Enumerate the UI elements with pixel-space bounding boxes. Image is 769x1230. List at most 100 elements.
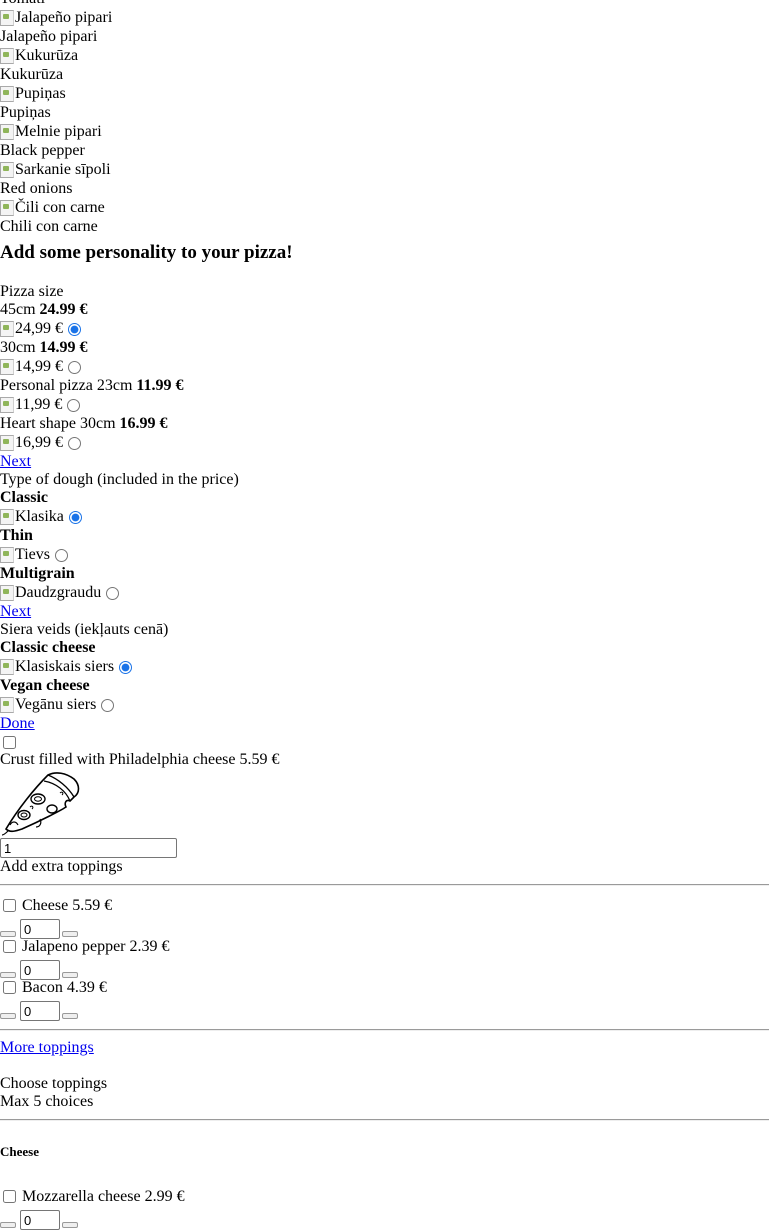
divider [0,884,769,886]
broken-image-icon [0,397,14,413]
broken-image-icon [0,509,14,525]
image-alt-text: 11,99 € [15,396,63,413]
image-alt-text: Klasika [15,508,64,525]
increment-button[interactable] [62,1013,78,1019]
cheese-radio-classic[interactable] [119,660,133,674]
increment-button[interactable] [62,931,78,937]
divider [0,1029,769,1031]
size-radio-30cm[interactable] [68,360,81,374]
dough-radio-multigrain[interactable] [106,586,120,600]
choose-max: Max 5 choices [0,1093,94,1110]
image-alt-text: Pupiņas [15,85,66,102]
topping-name: Jalapeno pepper [22,937,126,955]
topping-qty-input[interactable] [20,960,60,980]
decrement-button[interactable] [0,1013,16,1019]
divider [0,1119,769,1121]
size-label: 45cm [0,301,36,318]
pizza-slice-icon [0,769,769,837]
size-option[interactable]: 24,99 € [0,319,769,339]
veg-name: Red onions [0,180,73,197]
crust-checkbox[interactable] [3,735,16,749]
cheese-type-option[interactable]: Vegānu siers [0,695,769,715]
veg-image: Pupiņas [0,84,769,104]
increment-button[interactable] [62,972,78,978]
dough-label: Classic [0,489,48,506]
size-next-link[interactable]: Next [0,453,31,470]
image-alt-text: 16,99 € [15,434,63,451]
crust-price: 5.59 € [239,751,280,768]
topping-item: Cheese 5.59 € [0,894,769,917]
size-option-label: 30cm 14.99 € [0,339,769,357]
decrement-button[interactable] [0,1222,16,1228]
broken-image-icon [0,321,14,337]
topping-name: Bacon [22,978,63,996]
broken-image-icon [0,697,14,713]
dough-option[interactable]: Klasika [0,507,769,527]
image-alt-text: 24,99 € [15,320,63,337]
veg-name: Tomāti [0,0,769,8]
size-radio-45cm[interactable] [68,322,81,336]
veg-name: Kukurūza [0,66,64,83]
size-option[interactable]: 11,99 € [0,395,769,415]
topping-price: 4.39 € [66,978,107,996]
dough-label: Thin [0,527,33,544]
increment-button[interactable] [62,1222,78,1228]
topping-label: Cheese 5.59 € [22,897,112,915]
size-radio-personal[interactable] [67,398,81,412]
crust-label: Crust filled with Philadelphia cheese 5.… [0,751,769,769]
size-label: 30cm [0,339,36,356]
image-alt-text: Klasiskais siers [15,658,115,675]
topping-price: 5.59 € [72,896,113,914]
cheese-radio-vegan[interactable] [101,698,115,712]
topping-qty-input[interactable] [20,1210,60,1230]
choose-title: Choose toppings [0,1075,108,1092]
veg-image: Sarkanie sīpoli [0,160,769,180]
topping-item: Jalapeno pepper 2.39 € [0,935,769,958]
veg-image: Čili con carne [0,198,769,218]
size-radio-heart[interactable] [68,436,81,450]
more-toppings-link[interactable]: More toppings [0,1039,94,1056]
extra-title: Add extra toppings [0,858,123,875]
cheese-type-option[interactable]: Klasiskais siers [0,657,769,677]
size-price: 16.99 € [119,415,168,432]
veg-image: Kukurūza [0,46,769,66]
broken-image-icon [0,124,14,140]
topping-qty-input[interactable] [20,1001,60,1021]
pizza-quantity-input[interactable] [0,838,177,858]
dough-next-link[interactable]: Next [0,603,31,620]
dough-option[interactable]: Tievs [0,545,769,565]
topping-qty-input[interactable] [20,919,60,939]
image-alt-text: Sarkanie sīpoli [15,161,111,178]
size-title: Pizza size [0,283,64,300]
veg-name: Chili con carne [0,218,98,235]
veg-name: Jalapeño pipari [0,28,98,45]
size-option[interactable]: 14,99 € [0,357,769,377]
personality-section: Add some personality to your pizza! [0,243,293,262]
topping-name: Mozzarella cheese [22,1187,141,1205]
veg-image: Jalapeño pipari [0,8,769,28]
image-alt-text: Melnie pipari [15,123,102,140]
decrement-button[interactable] [0,931,16,937]
dough-title: Type of dough (included in the price) [0,471,239,488]
topping-item: Bacon 4.39 € [0,976,769,999]
dough-radio-classic[interactable] [68,510,82,524]
topping-label: Jalapeno pepper 2.39 € [22,938,170,956]
configurator: Pizza size 45cm 24.99 € 24,99 € 30cm 14.… [0,283,769,1230]
topping-checkbox-bacon[interactable] [3,981,16,994]
topping-checkbox-cheese[interactable] [3,899,16,912]
veg-name: Pupiņas [0,104,51,121]
dough-radio-thin[interactable] [54,548,68,562]
dough-option[interactable]: Daudzgraudu [0,583,769,603]
broken-image-icon [0,359,14,375]
size-option[interactable]: 16,99 € [0,433,769,453]
decrement-button[interactable] [0,972,16,978]
topping-quantity [0,1208,769,1230]
size-price: 11.99 € [136,377,184,394]
topping-checkbox-mozzarella[interactable] [3,1190,16,1203]
topping-quantity [0,999,769,1021]
cheese-type-title: Siera veids (iekļauts cenā) [0,621,169,638]
cheese-done-link[interactable]: Done [0,715,35,732]
image-alt-text: 14,99 € [15,358,63,375]
size-label: Heart shape 30cm [0,415,116,432]
topping-checkbox-jalapeno[interactable] [3,940,16,953]
